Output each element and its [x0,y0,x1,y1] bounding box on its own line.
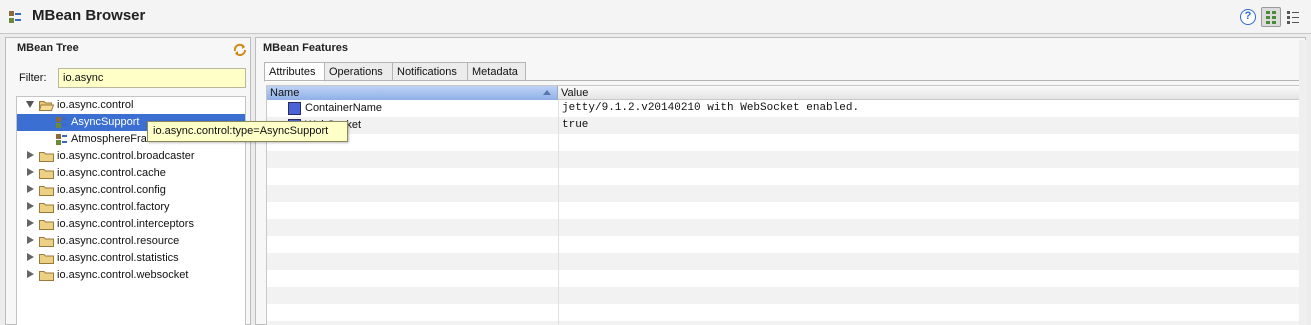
expand-toggle-icon[interactable] [27,219,34,227]
table-row[interactable]: WebSocket true [267,117,1301,134]
expand-toggle-icon[interactable] [27,185,34,193]
view-header: MBean Browser ? [0,0,1311,34]
table-row[interactable]: ContainerName jetty/9.1.2.v20140210 with… [267,100,1301,117]
table-row-empty [267,236,1301,253]
folder-icon [39,186,54,196]
table-row-empty [267,185,1301,202]
expand-toggle-icon[interactable] [26,101,34,108]
expand-toggle-icon[interactable] [27,151,34,159]
folder-icon [39,169,54,179]
table-row-empty [267,304,1301,321]
table-row-empty [267,168,1301,185]
tree-layout-button[interactable] [1261,7,1281,27]
mbean-browser-icon [9,11,21,23]
tree-item-config[interactable]: io.async.control.config [17,182,245,199]
tree-item-cache[interactable]: io.async.control.cache [17,165,245,182]
folder-icon [39,152,54,162]
attributes-table: Name Value ContainerName jetty/9.1.2.v20… [266,85,1302,325]
mbean-tree-title: MBean Tree [17,42,79,54]
list-layout-button[interactable] [1283,7,1303,27]
tree-item-io-async-control[interactable]: io.async.control [17,97,245,114]
tab-metadata[interactable]: Metadata [467,62,526,81]
folder-icon [39,220,54,230]
filter-input[interactable] [58,68,246,88]
expand-toggle-icon[interactable] [27,236,34,244]
tooltip: io.async.control:type=AsyncSupport [147,121,348,142]
tree-item-statistics[interactable]: io.async.control.statistics [17,250,245,267]
table-row-empty [267,219,1301,236]
tree-item-websocket[interactable]: io.async.control.websocket [17,267,245,284]
tree-item-factory[interactable]: io.async.control.factory [17,199,245,216]
folder-open-icon [39,101,54,111]
attribute-icon [288,102,301,115]
expand-toggle-icon[interactable] [27,270,34,278]
folder-icon [39,271,54,281]
tab-notifications[interactable]: Notifications [392,62,468,81]
mbean-icon [56,134,67,145]
page-title: MBean Browser [32,7,146,24]
tab-attributes[interactable]: Attributes [264,62,325,82]
help-icon[interactable]: ? [1240,9,1256,25]
refresh-icon[interactable] [232,42,248,58]
table-row-empty [267,321,1301,325]
column-divider [558,100,559,325]
table-row-empty [267,134,1301,151]
table-row-empty [267,202,1301,219]
grid-view-icon [1266,11,1276,24]
expand-toggle-icon[interactable] [27,253,34,261]
tree-item-broadcaster[interactable]: io.async.control.broadcaster [17,148,245,165]
mbean-icon [56,117,67,128]
table-header: Name Value [267,86,1301,100]
column-header-name[interactable]: Name [267,86,558,100]
tree-item-interceptors[interactable]: io.async.control.interceptors [17,216,245,233]
tree-item-resource[interactable]: io.async.control.resource [17,233,245,250]
scrollbar[interactable] [1299,40,1307,325]
table-row-empty [267,270,1301,287]
column-header-value[interactable]: Value [558,86,1301,100]
filter-label: Filter: [19,72,47,84]
table-row-empty [267,151,1301,168]
table-row-empty [267,287,1301,304]
folder-icon [39,254,54,264]
mbean-features-panel: MBean Features Attributes Operations Not… [255,37,1306,325]
tab-divider [264,80,1299,81]
list-view-icon [1287,11,1299,24]
mbean-tree-panel: MBean Tree Filter: io.async.control Asyn… [5,37,251,325]
expand-toggle-icon[interactable] [27,168,34,176]
mbean-features-title: MBean Features [263,42,348,54]
expand-toggle-icon[interactable] [27,202,34,210]
sort-ascending-icon [543,90,551,95]
folder-icon [39,237,54,247]
tab-operations[interactable]: Operations [324,62,393,81]
folder-icon [39,203,54,213]
table-row-empty [267,253,1301,270]
